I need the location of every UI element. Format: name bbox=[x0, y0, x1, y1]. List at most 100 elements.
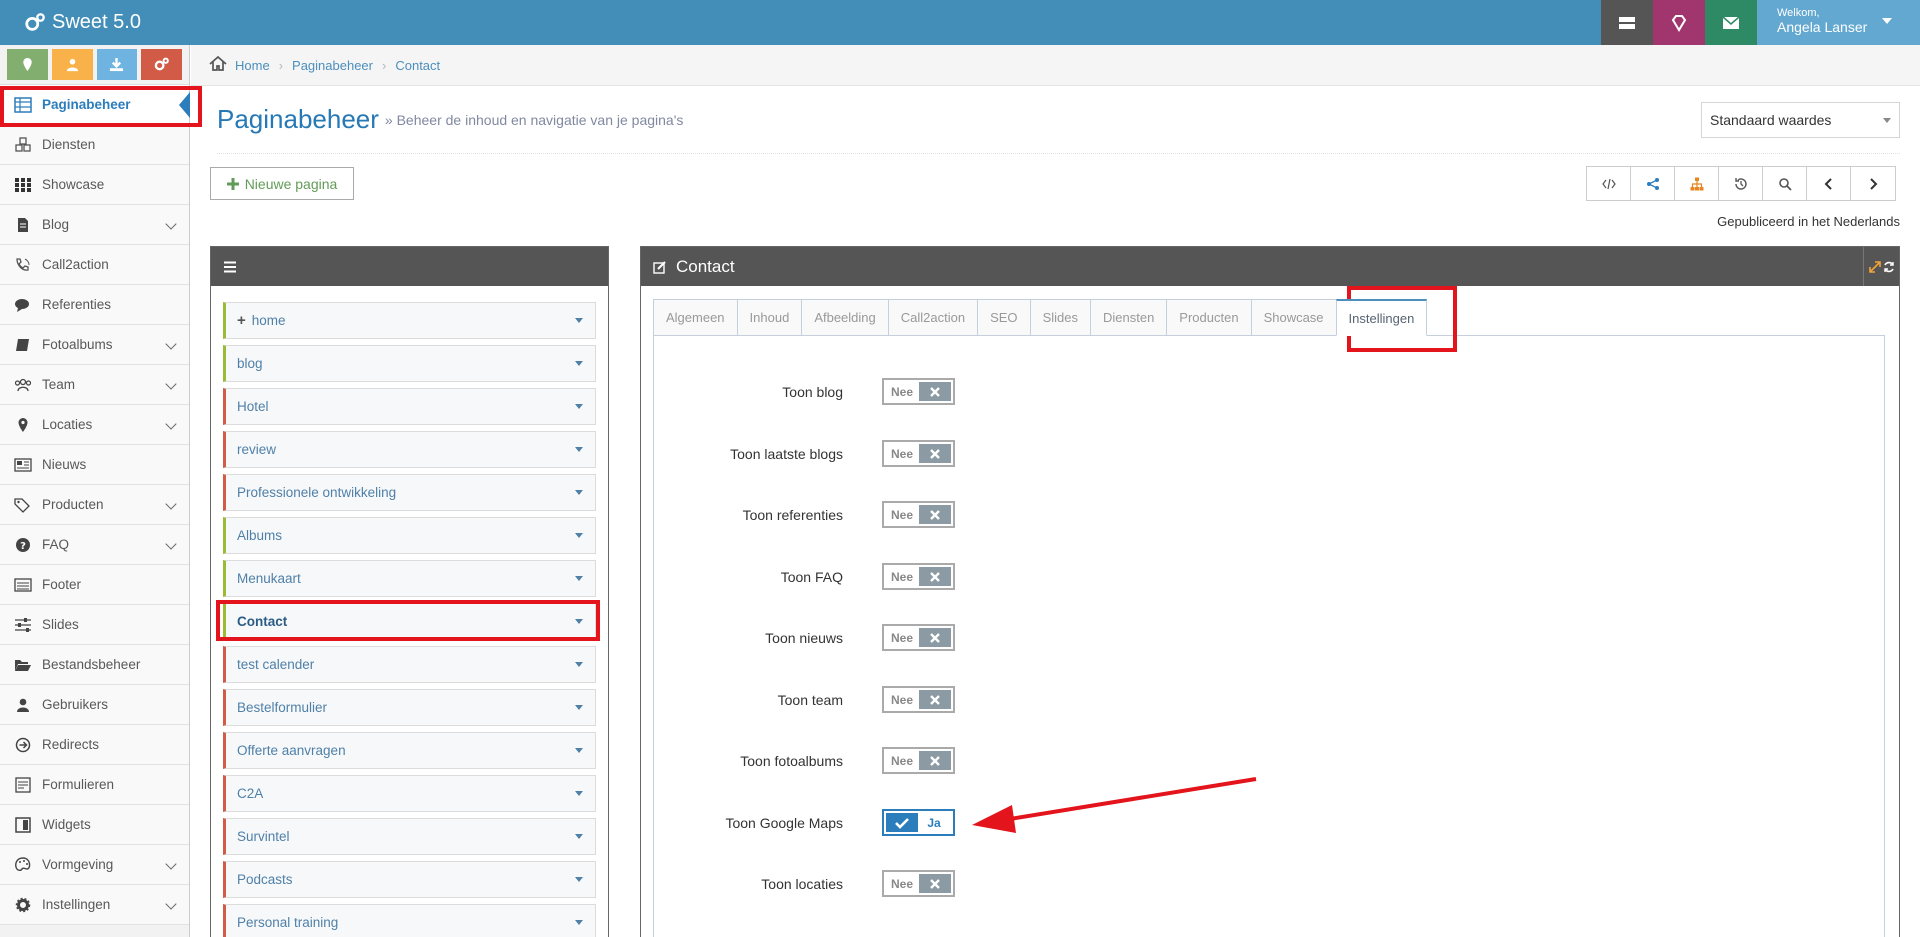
page-item-menukaart[interactable]: Menukaart bbox=[223, 560, 596, 597]
tab-call2action[interactable]: Call2action bbox=[887, 299, 978, 336]
sidebar-item-bestandsbeheer[interactable]: Bestandsbeheer bbox=[0, 645, 189, 685]
tab-inhoud[interactable]: Inhoud bbox=[736, 299, 802, 336]
next-button[interactable] bbox=[1851, 167, 1895, 200]
page-item-survintel[interactable]: Survintel bbox=[223, 818, 596, 855]
sidebar-item-redirects[interactable]: Redirects bbox=[0, 725, 189, 765]
toggle-toon-google-maps[interactable]: Ja bbox=[882, 809, 955, 836]
caret-down-icon[interactable] bbox=[575, 791, 583, 796]
folder-open-icon bbox=[12, 656, 34, 674]
sidebar-item-slides[interactable]: Slides bbox=[0, 605, 189, 645]
shortcut-settings[interactable] bbox=[141, 49, 182, 80]
caret-down-icon bbox=[1883, 118, 1891, 123]
shortcut-users[interactable] bbox=[51, 49, 93, 80]
caret-down-icon[interactable] bbox=[575, 705, 583, 710]
messages-button[interactable] bbox=[1705, 0, 1757, 45]
caret-down-icon[interactable] bbox=[575, 920, 583, 925]
sidebar-item-fotoalbums[interactable]: Fotoalbums bbox=[0, 325, 189, 365]
sidebar-item-nieuws[interactable]: Nieuws bbox=[0, 445, 189, 485]
caret-down-icon[interactable] bbox=[575, 748, 583, 753]
setting-label: Toon laatste blogs bbox=[730, 446, 843, 462]
page-item-test-calender[interactable]: test calender bbox=[223, 646, 596, 683]
bars-icon[interactable] bbox=[223, 260, 237, 274]
sidebar-item-call2action[interactable]: Call2action bbox=[0, 245, 189, 285]
shortcut-locations[interactable] bbox=[7, 49, 48, 80]
page-item-contact[interactable]: Contact bbox=[223, 603, 596, 640]
toggle-toon-faq[interactable]: Nee bbox=[882, 563, 955, 590]
sidebar-item-showcase[interactable]: Showcase bbox=[0, 165, 189, 205]
tab-instellingen[interactable]: Instellingen bbox=[1335, 299, 1428, 336]
tab-producten[interactable]: Producten bbox=[1166, 299, 1251, 336]
caret-down-icon[interactable] bbox=[575, 662, 583, 667]
toggle-toon-nieuws[interactable]: Nee bbox=[882, 624, 955, 651]
setting-toon-referenties: Toon referenties Nee bbox=[654, 501, 1054, 531]
toggle-toon-team[interactable]: Nee bbox=[882, 686, 955, 713]
code-button[interactable] bbox=[1587, 167, 1631, 200]
sitemap-button[interactable] bbox=[1675, 167, 1719, 200]
caret-down-icon[interactable] bbox=[575, 490, 583, 495]
breadcrumb-paginabeheer[interactable]: Paginabeheer bbox=[292, 58, 373, 73]
page-item-review[interactable]: review bbox=[223, 431, 596, 468]
previous-button[interactable] bbox=[1807, 167, 1851, 200]
sidebar-item-widgets[interactable]: Widgets bbox=[0, 805, 189, 845]
breadcrumb-home[interactable]: Home bbox=[235, 58, 270, 73]
app-brand[interactable]: Sweet 5.0 bbox=[24, 0, 141, 45]
page-item-hotel[interactable]: Hotel bbox=[223, 388, 596, 425]
tab-showcase[interactable]: Showcase bbox=[1250, 299, 1336, 336]
page-item-offerte-aanvragen[interactable]: Offerte aanvragen bbox=[223, 732, 596, 769]
diamond-button[interactable] bbox=[1653, 0, 1705, 45]
page-title: Paginabeheer bbox=[217, 104, 379, 134]
caret-down-icon[interactable] bbox=[575, 576, 583, 581]
page-item-blog[interactable]: blog bbox=[223, 345, 596, 382]
caret-down-icon[interactable] bbox=[575, 619, 583, 624]
defaults-select[interactable]: Standaard waardes bbox=[1701, 102, 1900, 138]
sidebar-item-faq[interactable]: ? FAQ bbox=[0, 525, 189, 565]
caret-down-icon[interactable] bbox=[575, 447, 583, 452]
toggle-toon-laatste-blogs[interactable]: Nee bbox=[882, 440, 955, 467]
caret-down-icon[interactable] bbox=[575, 404, 583, 409]
sidebar-item-blog[interactable]: Blog bbox=[0, 205, 189, 245]
server-button[interactable] bbox=[1601, 0, 1653, 45]
search-button[interactable] bbox=[1763, 167, 1807, 200]
sidebar-item-locaties[interactable]: Locaties bbox=[0, 405, 189, 445]
history-button[interactable] bbox=[1719, 167, 1763, 200]
tab-algemeen[interactable]: Algemeen bbox=[653, 299, 737, 336]
sidebar-item-gebruikers[interactable]: Gebruikers bbox=[0, 685, 189, 725]
toggle-toon-blog[interactable]: Nee bbox=[882, 378, 955, 405]
sidebar-item-team[interactable]: Team bbox=[0, 365, 189, 405]
caret-down-icon[interactable] bbox=[575, 877, 583, 882]
new-page-button[interactable]: Nieuwe pagina bbox=[210, 167, 354, 200]
sidebar-item-producten[interactable]: Producten bbox=[0, 485, 189, 525]
tab-seo[interactable]: SEO bbox=[977, 299, 1030, 336]
refresh-icon[interactable] bbox=[1883, 261, 1895, 273]
toggle-toon-locaties[interactable]: Nee bbox=[882, 870, 955, 897]
share-button[interactable] bbox=[1631, 167, 1675, 200]
sidebar-item-paginabeheer[interactable]: Paginabeheer bbox=[0, 85, 190, 125]
tab-slides[interactable]: Slides bbox=[1029, 299, 1090, 336]
expand-icon[interactable] bbox=[1868, 260, 1881, 273]
page-item-home[interactable]: + home bbox=[223, 302, 596, 339]
caret-down-icon[interactable] bbox=[575, 533, 583, 538]
sidebar-item-referenties[interactable]: Referenties bbox=[0, 285, 189, 325]
sidebar-item-footer[interactable]: Footer bbox=[0, 565, 189, 605]
sidebar-item-instellingen[interactable]: Instellingen bbox=[0, 885, 189, 925]
tab-diensten[interactable]: Diensten bbox=[1089, 299, 1167, 336]
sidebar-item-diensten[interactable]: Diensten bbox=[0, 125, 189, 165]
page-item-personal-training[interactable]: Personal training bbox=[223, 904, 596, 937]
sidebar-item-vormgeving[interactable]: Vormgeving bbox=[0, 845, 189, 885]
tab-afbeelding[interactable]: Afbeelding bbox=[801, 299, 888, 336]
toggle-toon-referenties[interactable]: Nee bbox=[882, 501, 955, 528]
page-item-c2a[interactable]: C2A bbox=[223, 775, 596, 812]
caret-down-icon[interactable] bbox=[575, 834, 583, 839]
page-item-bestelformulier[interactable]: Bestelformulier bbox=[223, 689, 596, 726]
edit-icon bbox=[653, 260, 666, 274]
caret-down-icon[interactable] bbox=[575, 318, 583, 323]
shortcut-downloads[interactable] bbox=[96, 49, 138, 80]
breadcrumb-contact[interactable]: Contact bbox=[395, 58, 440, 73]
user-menu[interactable]: Welkom, Angela Lanser bbox=[1757, 0, 1920, 45]
toggle-toon-fotoalbums[interactable]: Nee bbox=[882, 747, 955, 774]
caret-down-icon[interactable] bbox=[575, 361, 583, 366]
sidebar-item-formulieren[interactable]: Formulieren bbox=[0, 765, 189, 805]
page-item-albums[interactable]: Albums bbox=[223, 517, 596, 554]
page-item-professionele-ontwikkeling[interactable]: Professionele ontwikkeling bbox=[223, 474, 596, 511]
page-item-podcasts[interactable]: Podcasts bbox=[223, 861, 596, 898]
